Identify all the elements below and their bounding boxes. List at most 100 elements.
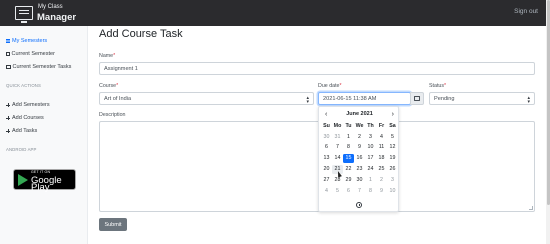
plus-icon bbox=[6, 103, 10, 107]
calendar-week-row: 20 21 22 23 24 25 26 bbox=[321, 164, 398, 175]
chevron-updown-icon: ▴ ▾ bbox=[527, 95, 530, 105]
name-label-text: Name bbox=[99, 53, 114, 59]
weekday-label: We bbox=[355, 122, 364, 129]
page-scrollbar[interactable] bbox=[546, 0, 550, 244]
calendar-day[interactable]: 6 bbox=[343, 187, 354, 196]
calendar-day[interactable]: 23 bbox=[354, 165, 365, 174]
description-textarea[interactable] bbox=[99, 121, 535, 212]
google-play-text: GET IT ON Google Play bbox=[31, 169, 75, 193]
calendar-day[interactable]: 1 bbox=[343, 133, 354, 142]
calendar-day[interactable]: 26 bbox=[387, 165, 398, 174]
calendar-day[interactable]: 4 bbox=[376, 133, 387, 142]
sidebar-item-add-semesters[interactable]: Add Semesters bbox=[6, 102, 50, 108]
calendar-day[interactable]: 1 bbox=[365, 176, 376, 185]
sidebar-item-add-courses[interactable]: Add Courses bbox=[6, 115, 44, 121]
datepicker-header: ‹ June 2021 › bbox=[319, 110, 400, 119]
weekday-label: Fr bbox=[378, 122, 385, 129]
course-label: Course* bbox=[99, 83, 118, 89]
sidebar-item-label: Add Semesters bbox=[12, 102, 50, 108]
sidebar-item-current-semester[interactable]: Current Semester bbox=[6, 51, 55, 57]
due-date-input[interactable]: 2021-06-15 11:38 AM bbox=[318, 92, 411, 105]
calendar-button[interactable] bbox=[410, 92, 424, 105]
calendar-day[interactable]: 5 bbox=[332, 187, 343, 196]
course-select-value: Art of India bbox=[104, 95, 132, 102]
resize-handle-icon[interactable] bbox=[529, 206, 533, 210]
required-mark: * bbox=[444, 83, 447, 89]
calendar-day[interactable]: 12 bbox=[387, 143, 398, 152]
list-icon bbox=[6, 39, 10, 43]
course-select[interactable]: Art of India ▴ ▾ bbox=[99, 92, 314, 105]
calendar-day[interactable]: 19 bbox=[387, 154, 398, 163]
calendar-day[interactable]: 31 bbox=[332, 133, 343, 142]
weekday-row: Su Mo Tu We Th Fr Sa bbox=[321, 121, 398, 132]
calendar-day[interactable]: 14 bbox=[332, 154, 343, 163]
calendar-day[interactable]: 24 bbox=[365, 165, 376, 174]
file-icon bbox=[6, 51, 10, 57]
brand-line-1: My Class bbox=[38, 4, 63, 10]
calendar-day[interactable]: 10 bbox=[365, 143, 376, 152]
signout-link[interactable]: Sign out bbox=[514, 8, 538, 15]
required-mark: * bbox=[339, 83, 342, 89]
calendar-day[interactable]: 30 bbox=[354, 176, 365, 185]
plus-icon bbox=[6, 129, 10, 133]
top-navbar: My Class Manager Sign out bbox=[0, 0, 546, 26]
clock-icon[interactable] bbox=[356, 202, 362, 208]
calendar-day[interactable]: 8 bbox=[343, 143, 354, 152]
calendar-week-row: 4 5 6 7 8 9 10 bbox=[321, 186, 398, 197]
calendar-day[interactable]: 22 bbox=[343, 165, 354, 174]
calendar-day[interactable]: 3 bbox=[387, 176, 398, 185]
calendar-day[interactable]: 2 bbox=[376, 176, 387, 185]
calendar-day[interactable]: 30 bbox=[321, 133, 332, 142]
brand-line-2: Manager bbox=[37, 12, 77, 23]
required-mark: * bbox=[116, 83, 119, 89]
android-app-heading: ANDROID APP bbox=[6, 147, 37, 152]
calendar-day[interactable]: 27 bbox=[321, 176, 332, 185]
weekday-label: Th bbox=[367, 122, 374, 129]
next-month-button[interactable]: › bbox=[392, 110, 394, 119]
calendar-day[interactable]: 7 bbox=[332, 143, 343, 152]
description-label: Description bbox=[99, 112, 126, 118]
sidebar-item-current-semester-tasks[interactable]: Current Semester Tasks bbox=[6, 64, 71, 70]
weekday-label: Su bbox=[323, 122, 330, 129]
calendar-day[interactable]: 29 bbox=[343, 176, 354, 185]
weekday-label: Tu bbox=[345, 122, 352, 129]
calendar-week-row: 13 14 15 16 17 18 19 bbox=[321, 153, 398, 164]
calendar-day[interactable]: 10 bbox=[387, 187, 398, 196]
status-select[interactable]: Pending ▴ ▾ bbox=[429, 92, 535, 105]
calendar-day[interactable]: 3 bbox=[365, 133, 376, 142]
brand-logo[interactable]: My Class Manager bbox=[15, 3, 77, 23]
calendar-day[interactable]: 6 bbox=[321, 143, 332, 152]
calendar-day[interactable]: 9 bbox=[376, 187, 387, 196]
calendar-day[interactable]: 25 bbox=[376, 165, 387, 174]
calendar-day[interactable]: 15 bbox=[343, 154, 354, 164]
calendar-day[interactable]: 4 bbox=[321, 187, 332, 196]
google-play-big-text: Google Play bbox=[31, 174, 62, 193]
due-date-label: Due date* bbox=[318, 83, 342, 89]
sidebar-item-label: My Semesters bbox=[12, 38, 48, 44]
calendar-day[interactable]: 20 bbox=[321, 165, 332, 174]
status-label-text: Status bbox=[429, 83, 445, 89]
name-field[interactable]: Assignment 1 bbox=[99, 62, 535, 75]
weekday-label: Mo bbox=[333, 122, 342, 129]
google-play-badge[interactable]: GET IT ON Google Play bbox=[13, 169, 76, 193]
google-play-icon bbox=[18, 173, 28, 186]
sidebar-item-add-tasks[interactable]: Add Tasks bbox=[6, 128, 37, 134]
calendar-day[interactable]: 2 bbox=[354, 133, 365, 142]
calendar-day[interactable]: 11 bbox=[376, 143, 387, 152]
calendar-day[interactable]: 16 bbox=[354, 154, 365, 163]
calendar-day[interactable]: 8 bbox=[365, 187, 376, 196]
due-date-value: 2021-06-15 11:38 AM bbox=[323, 95, 377, 102]
calendar-grid: Su Mo Tu We Th Fr Sa 30 31 1 2 3 4 5 6 7 8 9 10 11 12… bbox=[321, 121, 398, 197]
calendar-day[interactable]: 17 bbox=[365, 154, 376, 163]
calendar-day[interactable]: 18 bbox=[376, 154, 387, 163]
calendar-week-row: 30 31 1 2 3 4 5 bbox=[321, 132, 398, 143]
calendar-day[interactable]: 13 bbox=[321, 154, 332, 163]
sidebar-item-my-semesters[interactable]: My Semesters bbox=[6, 38, 47, 44]
card-icon bbox=[6, 65, 11, 69]
calendar-day[interactable]: 9 bbox=[354, 143, 365, 152]
submit-button[interactable]: Submit bbox=[99, 218, 127, 231]
month-title[interactable]: June 2021 bbox=[319, 110, 400, 119]
calendar-day[interactable]: 5 bbox=[387, 133, 398, 142]
calendar-day[interactable]: 7 bbox=[354, 187, 365, 196]
plus-icon bbox=[6, 116, 10, 120]
